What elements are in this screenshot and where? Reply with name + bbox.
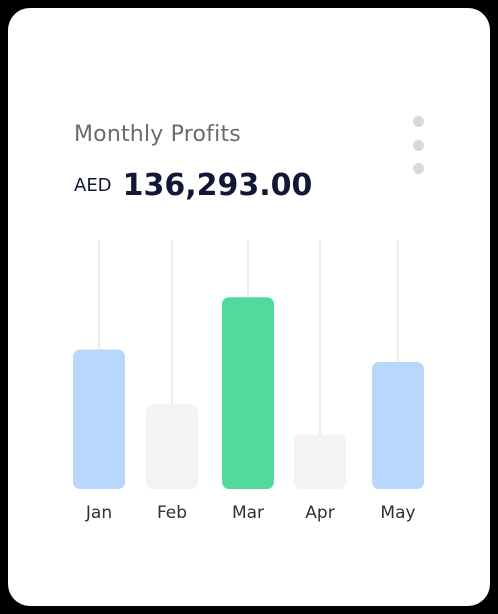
bar-jan[interactable] <box>73 349 125 489</box>
bar-apr[interactable] <box>294 434 346 489</box>
x-tick-label: Feb <box>157 503 187 523</box>
x-tick-label: May <box>380 503 415 523</box>
x-tick-label: Mar <box>232 503 264 523</box>
monthly-profits-card: Monthly Profits AED 136,293.00 Jan Feb Mar… <box>8 8 490 606</box>
bar-mar[interactable] <box>222 297 274 489</box>
x-tick-label: Apr <box>305 503 334 523</box>
bar-feb[interactable] <box>146 404 198 489</box>
x-tick-label: Jan <box>85 503 112 523</box>
monthly-profits-chart: Jan Feb Mar Apr May <box>73 240 424 523</box>
bar-may[interactable] <box>372 362 424 489</box>
